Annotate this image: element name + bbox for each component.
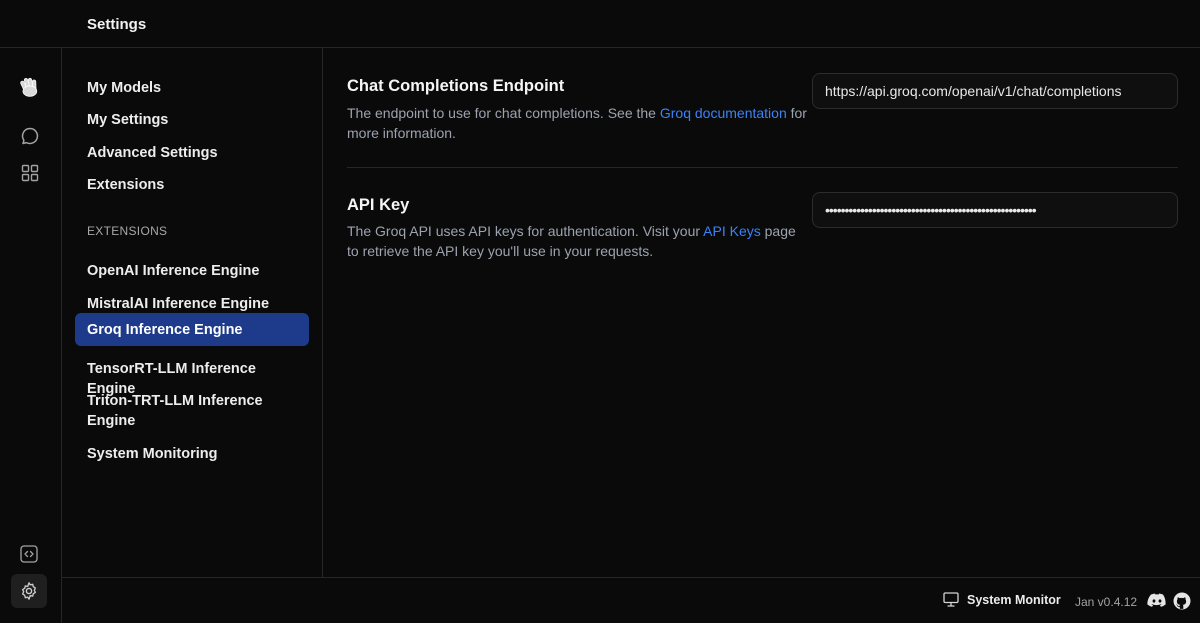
top-bar: Settings bbox=[0, 0, 1200, 48]
settings-rail-button[interactable] bbox=[11, 574, 47, 608]
sidebar-item-system-monitoring[interactable]: System Monitoring bbox=[75, 438, 309, 470]
grid-icon[interactable] bbox=[17, 160, 43, 186]
sidebar-item-label: OpenAI Inference Engine bbox=[87, 263, 260, 279]
system-monitor-label: System Monitor bbox=[967, 592, 1061, 607]
endpoint-title: Chat Completions Endpoint bbox=[347, 77, 565, 95]
extensions-section-label: EXTENSIONS bbox=[87, 224, 168, 238]
sidebar-item-label: Advanced Settings bbox=[87, 145, 218, 161]
chat-icon[interactable] bbox=[17, 123, 43, 149]
sidebar-item-label: MistralAI Inference Engine bbox=[87, 296, 270, 312]
monitor-icon bbox=[943, 592, 959, 607]
page-title: Settings bbox=[87, 16, 147, 33]
endpoint-input[interactable]: https://api.groq.com/openai/v1/chat/comp… bbox=[812, 73, 1178, 109]
endpoint-desc-text: The endpoint to use for chat completions… bbox=[347, 105, 660, 121]
github-icon[interactable] bbox=[1173, 592, 1191, 615]
gear-icon bbox=[21, 582, 37, 600]
api-key-desc-text: The Groq API uses API keys for authentic… bbox=[347, 223, 704, 239]
endpoint-description: The endpoint to use for chat completions… bbox=[347, 104, 807, 143]
divider bbox=[347, 167, 1178, 168]
icon-rail bbox=[0, 48, 62, 623]
app-version: Jan v0.4.12 bbox=[1075, 595, 1138, 609]
sidebar-item-advanced-settings[interactable]: Advanced Settings bbox=[75, 137, 309, 169]
sidebar-item-my-models[interactable]: My Models bbox=[75, 72, 309, 104]
sidebar-item-triton[interactable]: Triton-TRT-LLM Inference Engine bbox=[75, 385, 275, 437]
system-monitor-button[interactable]: System Monitor bbox=[943, 592, 1061, 607]
code-icon[interactable] bbox=[20, 545, 38, 568]
settings-sidebar: My Models My Settings Advanced Settings … bbox=[62, 48, 323, 577]
api-key-description: The Groq API uses API keys for authentic… bbox=[347, 222, 807, 261]
sidebar-item-groq[interactable]: Groq Inference Engine bbox=[75, 313, 309, 346]
sidebar-item-my-settings[interactable]: My Settings bbox=[75, 104, 309, 136]
api-key-input[interactable]: ••••••••••••••••••••••••••••••••••••••••… bbox=[812, 192, 1178, 228]
sidebar-item-extensions[interactable]: Extensions bbox=[75, 169, 309, 201]
sidebar-item-label: System Monitoring bbox=[87, 446, 218, 462]
status-bar: System Monitor Jan v0.4.12 bbox=[62, 577, 1200, 623]
sidebar-item-label: Groq Inference Engine bbox=[87, 321, 243, 338]
waving-hand-icon[interactable] bbox=[16, 73, 42, 99]
sidebar-item-openai[interactable]: OpenAI Inference Engine bbox=[75, 255, 309, 287]
sidebar-item-label: Triton-TRT-LLM Inference Engine bbox=[87, 393, 263, 429]
discord-icon[interactable] bbox=[1147, 593, 1167, 613]
sidebar-item-label: Extensions bbox=[87, 177, 165, 193]
sidebar-item-label: My Models bbox=[87, 80, 162, 96]
api-keys-link[interactable]: API Keys bbox=[703, 223, 761, 239]
settings-main-panel: Chat Completions Endpoint The endpoint t… bbox=[323, 48, 1200, 577]
sidebar-item-label: My Settings bbox=[87, 112, 169, 128]
groq-documentation-link[interactable]: Groq documentation bbox=[660, 105, 787, 121]
api-key-title: API Key bbox=[347, 196, 410, 214]
